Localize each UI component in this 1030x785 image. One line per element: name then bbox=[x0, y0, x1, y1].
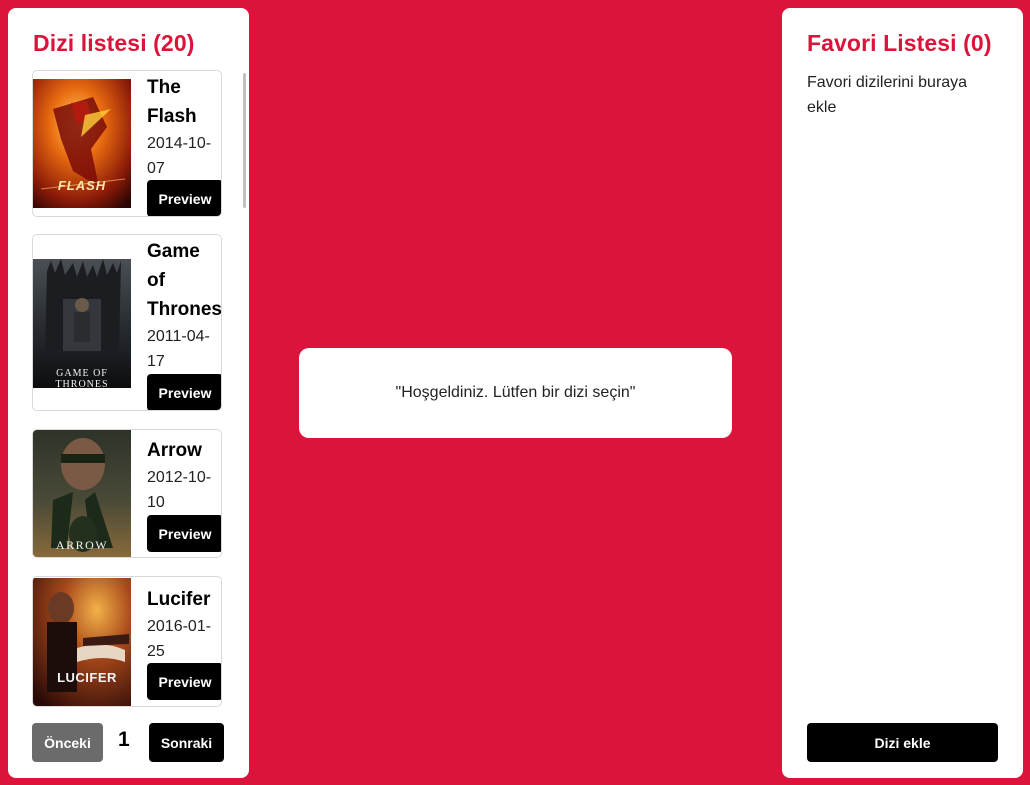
lucifer-poster-art bbox=[33, 578, 131, 706]
series-date: 2016-01-25 bbox=[147, 618, 212, 660]
series-card[interactable]: LUCIFER Lucifer 2016-01-25 Preview bbox=[32, 576, 222, 707]
series-date: 2014-10-07 bbox=[147, 135, 212, 177]
series-list[interactable]: FLASH The Flash 2014-10-07 Preview GAME … bbox=[32, 70, 224, 710]
preview-button[interactable]: Preview bbox=[147, 515, 221, 552]
lucifer-poster: LUCIFER bbox=[33, 578, 131, 706]
game-of-thrones-poster-caption: GAME OF THRONES bbox=[55, 368, 109, 388]
preview-button[interactable]: Preview bbox=[147, 180, 221, 216]
series-card[interactable]: GAME OF THRONES Game of Thrones 2011-04-… bbox=[32, 234, 222, 411]
series-date: 2012-10-10 bbox=[147, 469, 212, 511]
flash-poster-caption: FLASH bbox=[57, 178, 107, 193]
series-name: Lucifer bbox=[147, 589, 211, 610]
series-name: Arrow bbox=[147, 440, 202, 461]
favorites-title: Favori Listesi (0) bbox=[807, 30, 992, 56]
flash-poster: FLASH bbox=[33, 79, 131, 208]
preview-button[interactable]: Preview bbox=[147, 374, 221, 410]
series-date: 2011-04-17 bbox=[147, 328, 210, 370]
series-list-title: Dizi listesi (20) bbox=[33, 30, 195, 56]
series-card[interactable]: ARROW Arrow 2012-10-10 Preview bbox=[32, 429, 222, 558]
series-list-panel: Dizi listesi (20) FLASH The Flash 2014-1… bbox=[8, 8, 249, 778]
game-of-thrones-poster: GAME OF THRONES bbox=[33, 259, 131, 388]
previous-page-button[interactable]: Önceki bbox=[32, 723, 103, 762]
favorites-hint: Favori dizilerini buraya ekle bbox=[807, 74, 968, 116]
welcome-message: "Hoşgeldiniz. Lütfen bir dizi seçin" bbox=[395, 384, 636, 401]
add-series-button[interactable]: Dizi ekle bbox=[807, 723, 998, 762]
lucifer-poster-caption: LUCIFER bbox=[57, 670, 117, 685]
favorites-panel: Favori Listesi (0) Favori dizilerini bur… bbox=[782, 8, 1023, 778]
next-page-button[interactable]: Sonraki bbox=[149, 723, 224, 762]
arrow-poster-caption: ARROW bbox=[55, 538, 109, 552]
arrow-poster: ARROW bbox=[33, 430, 131, 557]
preview-button[interactable]: Preview bbox=[147, 663, 221, 700]
series-name: The Flash bbox=[147, 77, 197, 127]
series-list-scrollbar[interactable] bbox=[243, 73, 246, 208]
series-card[interactable]: FLASH The Flash 2014-10-07 Preview bbox=[32, 70, 222, 217]
series-name: Game of Thrones bbox=[147, 241, 222, 320]
page-number: 1 bbox=[118, 728, 130, 751]
welcome-message-box: "Hoşgeldiniz. Lütfen bir dizi seçin" bbox=[299, 348, 732, 438]
